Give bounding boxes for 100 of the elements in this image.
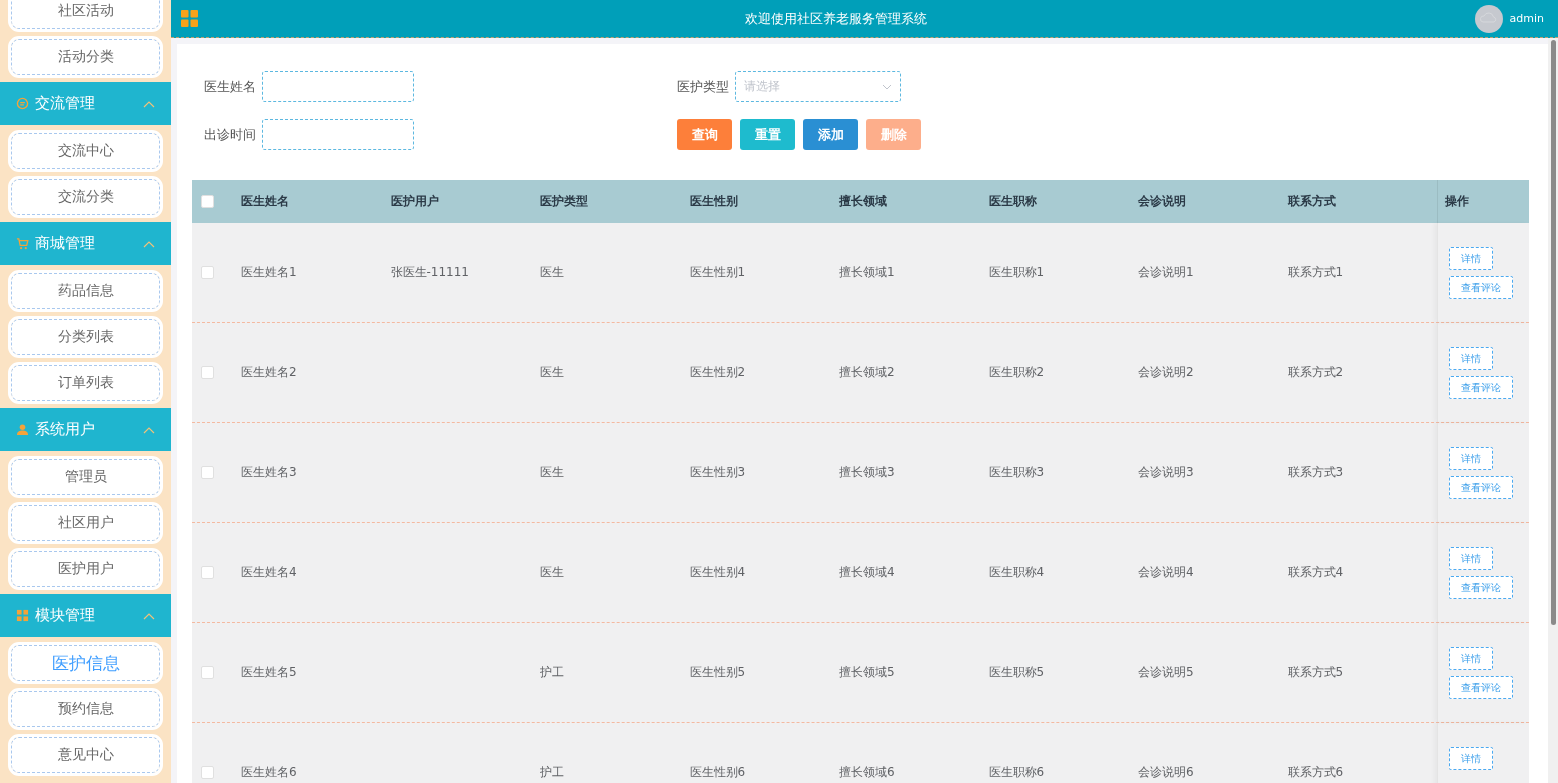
table-cell-text: 医生: [540, 364, 565, 381]
checkbox[interactable]: [201, 666, 214, 679]
sidebar-item[interactable]: 订单列表: [11, 365, 160, 401]
sidebar-item[interactable]: 交流中心: [11, 133, 160, 169]
comments-button[interactable]: 查看评论: [1449, 576, 1513, 599]
comments-button[interactable]: 查看评论: [1449, 376, 1513, 399]
chevron-icon: [143, 425, 155, 434]
user-name[interactable]: admin: [1509, 12, 1544, 25]
checkbox[interactable]: [201, 195, 214, 208]
checkbox[interactable]: [201, 766, 214, 779]
column-header: 医护类型: [540, 193, 589, 210]
table-cell-text: 擅长领域5: [839, 664, 896, 681]
column-header: 医生职称: [988, 193, 1038, 210]
sidebar-item[interactable]: 管理员: [11, 459, 160, 495]
sidebar-item[interactable]: 医护信息: [11, 645, 160, 681]
table-cell-text: 医生职称1: [988, 264, 1046, 281]
table-cell-text: 医生姓名2: [241, 364, 298, 381]
table-cell-text: 会诊说明1: [1138, 264, 1195, 281]
sidebar-item[interactable]: 药品信息: [11, 273, 160, 309]
details-button[interactable]: 详情: [1449, 547, 1493, 570]
comments-button[interactable]: 查看评论: [1449, 676, 1513, 699]
comments-button[interactable]: 查看评论: [1449, 476, 1513, 499]
table-cell-text: 擅长领域4: [839, 564, 896, 581]
add-button[interactable]: 添加: [803, 119, 858, 150]
table-cell-text: 医生姓名3: [241, 464, 298, 481]
caret-icon: [882, 83, 892, 90]
chat-icon: [16, 97, 29, 110]
table-cell-text: 医生职称5: [988, 664, 1046, 681]
sidebar-item[interactable]: 意见中心: [11, 737, 160, 773]
field-label: 医护类型: [677, 77, 727, 96]
sidebar-item[interactable]: 交流分类: [11, 179, 160, 215]
table-cell-text: 医生姓名4: [241, 564, 298, 581]
sidebar-item[interactable]: 社区活动: [11, 0, 160, 29]
table-cell-text: 会诊说明3: [1138, 464, 1195, 481]
chevron-icon: [143, 611, 155, 620]
input-field[interactable]: [262, 119, 414, 150]
menu-group-header[interactable]: 交流管理: [0, 82, 171, 125]
table-cell-text: 擅长领域2: [839, 364, 896, 381]
table-cell-text: 医生: [540, 464, 565, 481]
menu-group-header[interactable]: 系统用户: [0, 408, 171, 451]
table-cell-text: 医生姓名6: [241, 764, 298, 781]
table-cell-text: 医生: [540, 564, 565, 581]
table-cell-text: 会诊说明5: [1138, 664, 1195, 681]
column-header: 擅长领域: [839, 193, 888, 210]
checkbox[interactable]: [201, 266, 214, 279]
checkbox[interactable]: [201, 366, 214, 379]
avatar-icon[interactable]: [1474, 4, 1503, 33]
table-cell-text: 医生职称3: [988, 464, 1046, 481]
column-header: 会诊说明: [1138, 193, 1187, 210]
table-cell-text: 会诊说明6: [1138, 764, 1195, 781]
column-header: 医生性别: [689, 193, 739, 210]
grid-icon[interactable]: [181, 10, 198, 27]
app-title: 欢迎使用社区养老服务管理系统: [744, 9, 929, 28]
chevron-icon: [143, 239, 155, 248]
table-cell-text: 医生性别5: [689, 664, 747, 681]
chevron-icon: [143, 99, 155, 108]
details-button[interactable]: 详情: [1449, 347, 1493, 370]
table-cell-text: 医生: [540, 264, 565, 281]
sidebar-item[interactable]: 社区用户: [11, 505, 160, 541]
table-cell-text: 会诊说明2: [1138, 364, 1195, 381]
column-header: 联系方式: [1287, 193, 1337, 210]
table-cell-text: 联系方式6: [1287, 764, 1345, 781]
table-cell-text: 医生性别1: [689, 264, 747, 281]
scrollbar[interactable]: [1550, 40, 1556, 625]
table-cell-text: 会诊说明4: [1138, 564, 1195, 581]
menu-group-header[interactable]: 模块管理: [0, 594, 171, 637]
sidebar-item[interactable]: 活动分类: [11, 39, 160, 75]
field-label: 医生姓名: [204, 77, 254, 96]
table-cell-text: 医生职称4: [988, 564, 1046, 581]
user-icon: [16, 423, 29, 436]
table-cell-text: 擅长领域3: [839, 464, 896, 481]
table-cell-text: 联系方式3: [1287, 464, 1345, 481]
menu-group-header[interactable]: 商城管理: [0, 222, 171, 265]
reset-button[interactable]: 重置: [740, 119, 795, 150]
table-cell-text: 联系方式2: [1287, 364, 1345, 381]
details-button[interactable]: 详情: [1449, 247, 1493, 270]
select-field[interactable]: 请选择: [735, 71, 901, 102]
sidebar-item[interactable]: 分类列表: [11, 319, 160, 355]
table-cell-text: 张医生-11111: [390, 264, 470, 281]
table-cell-text: 医生性别3: [689, 464, 747, 481]
checkbox[interactable]: [201, 466, 214, 479]
search-button[interactable]: 查询: [677, 119, 732, 150]
details-button[interactable]: 详情: [1449, 447, 1493, 470]
table-cell-text: 联系方式1: [1287, 264, 1345, 281]
details-button[interactable]: 详情: [1449, 747, 1493, 770]
table-cell-text: 医生性别2: [689, 364, 747, 381]
cart-icon: [16, 237, 29, 250]
column-header: 医护用户: [390, 193, 440, 210]
details-button[interactable]: 详情: [1449, 647, 1493, 670]
column-header: 操作: [1445, 193, 1469, 210]
table-cell-text: 医生性别4: [689, 564, 747, 581]
table-cell-text: 医生职称2: [988, 364, 1046, 381]
input-field[interactable]: [262, 71, 414, 102]
checkbox[interactable]: [201, 566, 214, 579]
comments-button[interactable]: 查看评论: [1449, 276, 1513, 299]
table-cell-text: 医生职称6: [988, 764, 1046, 781]
table-cell-text: 联系方式5: [1287, 664, 1345, 681]
sidebar-item[interactable]: 预约信息: [11, 691, 160, 727]
table-cell-text: 联系方式4: [1287, 564, 1345, 581]
sidebar-item[interactable]: 医护用户: [11, 551, 160, 587]
